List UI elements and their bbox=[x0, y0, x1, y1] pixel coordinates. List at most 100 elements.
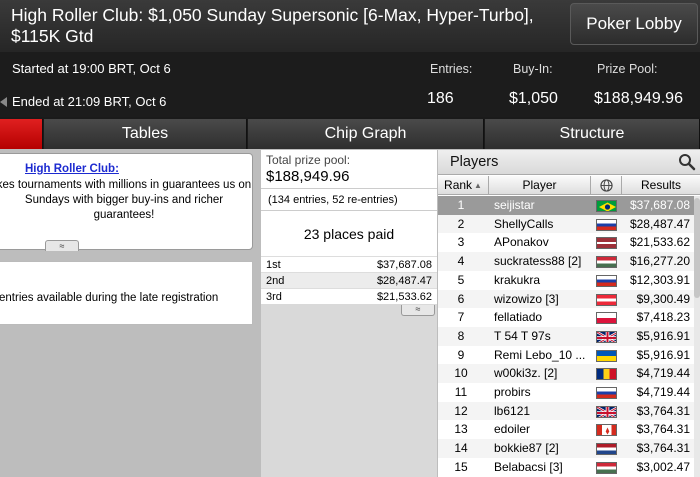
buyin-value: $1,050 bbox=[509, 90, 558, 107]
ua-flag-icon bbox=[596, 349, 617, 362]
payout-row: 3rd $21,533.62 bbox=[261, 288, 437, 304]
player-row[interactable]: 6 wizowizo [3] $9,300.49 bbox=[438, 289, 700, 309]
pl-flag-icon bbox=[596, 312, 617, 325]
column-rank-label: Rank bbox=[444, 178, 473, 192]
player-rank: 3 bbox=[457, 235, 465, 250]
player-rank: 9 bbox=[457, 347, 465, 362]
tab-structure[interactable]: Structure bbox=[485, 119, 700, 149]
player-result: $12,303.91 bbox=[629, 272, 690, 287]
payout-amount: $37,687.08 bbox=[376, 259, 432, 271]
player-rank: 8 bbox=[457, 328, 465, 343]
br-flag-icon bbox=[596, 200, 617, 212]
poker-lobby-button[interactable]: Poker Lobby bbox=[570, 3, 698, 45]
ru-flag-icon bbox=[596, 387, 617, 399]
player-row[interactable]: 7 fellatiado $7,418.23 bbox=[438, 308, 700, 327]
tournament-title: High Roller Club: $1,050 Sunday Superson… bbox=[11, 5, 534, 46]
player-name: Remi Lebo_10 ... bbox=[494, 347, 586, 362]
player-rank: 13 bbox=[454, 422, 468, 437]
player-result: $9,300.49 bbox=[636, 291, 690, 306]
player-row[interactable]: 3 APonakov $21,533.62 bbox=[438, 233, 700, 252]
column-rank[interactable]: Rank ▲ bbox=[438, 176, 489, 195]
player-row[interactable]: 10 w00ki3z. [2] $4,719.44 bbox=[438, 364, 700, 383]
tournament-header: High Roller Club: $1,050 Sunday Superson… bbox=[0, 0, 700, 117]
column-player[interactable]: Player bbox=[489, 176, 591, 195]
at-flag-icon bbox=[596, 293, 617, 306]
payout-amount: $21,533.62 bbox=[376, 291, 432, 303]
gb-flag-icon bbox=[596, 405, 617, 418]
tab-bar: Tables Chip Graph Structure bbox=[0, 117, 700, 149]
players-panel: Players Rank ▲ Player Results 1 seijistar… bbox=[438, 150, 700, 477]
payout-row: 2nd $28,487.47 bbox=[261, 272, 437, 288]
places-paid: 23 places paid bbox=[261, 210, 437, 256]
info-description: kes tournaments with millions in guarant… bbox=[0, 179, 252, 221]
player-name: lb6121 bbox=[494, 403, 531, 418]
lv-flag-icon bbox=[596, 237, 617, 250]
ca-flag-icon bbox=[596, 424, 617, 437]
hu-flag-icon bbox=[596, 461, 617, 474]
late-registration-text: entries available during the late regist… bbox=[0, 292, 219, 304]
player-row[interactable]: 12 lb6121 $3,764.31 bbox=[438, 401, 700, 421]
tab-tables[interactable]: Tables bbox=[44, 119, 247, 149]
player-row[interactable]: 1 seijistar $37,687.08 bbox=[438, 196, 700, 215]
player-result: $4,719.44 bbox=[636, 385, 690, 399]
player-result: $3,764.31 bbox=[636, 403, 690, 418]
player-row[interactable]: 8 T 54 T 97s $5,916.91 bbox=[438, 326, 700, 346]
player-name: APonakov bbox=[494, 235, 549, 250]
total-prize-value: $188,949.96 bbox=[266, 168, 350, 185]
buyin-label: Buy-In: bbox=[513, 62, 553, 76]
entries-value: 186 bbox=[427, 90, 454, 107]
player-name: bokkie87 [2] bbox=[494, 441, 559, 456]
player-rank: 10 bbox=[454, 366, 468, 381]
player-rank: 2 bbox=[457, 216, 465, 231]
player-row[interactable]: 11 probirs $4,719.44 bbox=[438, 383, 700, 402]
player-row[interactable]: 9 Remi Lebo_10 ... $5,916.91 bbox=[438, 346, 700, 365]
globe-icon bbox=[599, 178, 613, 192]
player-rank: 15 bbox=[454, 459, 468, 474]
payout-place: 3rd bbox=[266, 291, 282, 303]
player-row[interactable]: 15 Belabacsi [3] $3,002.47 bbox=[438, 458, 700, 477]
high-roller-club-link[interactable]: High Roller Club: bbox=[25, 163, 119, 175]
player-row[interactable]: 13 edoiler $3,764.31 bbox=[438, 420, 700, 439]
collapse-arrow-icon[interactable] bbox=[0, 97, 7, 107]
player-name: seijistar bbox=[494, 198, 535, 212]
player-rank: 5 bbox=[457, 272, 465, 287]
entries-note: (134 entries, 52 re-entries) bbox=[261, 188, 437, 210]
search-icon[interactable] bbox=[678, 153, 696, 171]
player-name: Belabacsi [3] bbox=[494, 459, 563, 474]
player-result: $3,764.31 bbox=[636, 441, 690, 456]
player-rank: 11 bbox=[454, 385, 468, 399]
player-rank: 7 bbox=[457, 310, 465, 325]
players-header: Players bbox=[438, 150, 700, 175]
tab-info[interactable] bbox=[0, 119, 43, 149]
prizepool-label: Prize Pool: bbox=[597, 62, 658, 76]
ru-flag-icon bbox=[596, 274, 617, 287]
player-result: $37,687.08 bbox=[629, 198, 690, 212]
expand-info-button[interactable]: ≈ bbox=[45, 240, 79, 251]
player-result: $3,764.31 bbox=[636, 422, 690, 437]
player-name: probirs bbox=[494, 385, 531, 399]
scrollbar-thumb[interactable] bbox=[694, 198, 700, 298]
player-row[interactable]: 4 suckratess88 [2] $16,277.20 bbox=[438, 252, 700, 271]
player-name: T 54 T 97s bbox=[494, 328, 551, 343]
player-name: ShellyCalls bbox=[494, 216, 554, 231]
column-results[interactable]: Results bbox=[622, 176, 700, 195]
gb-flag-icon bbox=[596, 330, 617, 343]
player-name: krakukra bbox=[494, 272, 541, 287]
player-result: $21,533.62 bbox=[629, 235, 690, 250]
tab-chip-graph[interactable]: Chip Graph bbox=[248, 119, 484, 149]
payout-row: 1st $37,687.08 bbox=[261, 256, 437, 272]
player-result: $5,916.91 bbox=[636, 347, 690, 362]
expand-payouts-button[interactable]: ≈ bbox=[401, 305, 435, 316]
player-row[interactable]: 2 ShellyCalls $28,487.47 bbox=[438, 214, 700, 234]
player-row[interactable]: 14 bokkie87 [2] $3,764.31 bbox=[438, 439, 700, 458]
prize-panel: Total prize pool: $188,949.96 (134 entri… bbox=[261, 150, 437, 477]
player-result: $28,487.47 bbox=[629, 216, 690, 231]
start-time: Started at 19:00 BRT, Oct 6 bbox=[12, 61, 171, 76]
column-country[interactable] bbox=[591, 176, 622, 195]
player-result: $16,277.20 bbox=[629, 254, 690, 269]
nl-flag-icon bbox=[596, 443, 617, 456]
player-rank: 12 bbox=[454, 403, 468, 418]
player-row[interactable]: 5 krakukra $12,303.91 bbox=[438, 271, 700, 290]
player-result: $7,418.23 bbox=[636, 310, 690, 325]
ru-flag-icon bbox=[596, 218, 617, 231]
